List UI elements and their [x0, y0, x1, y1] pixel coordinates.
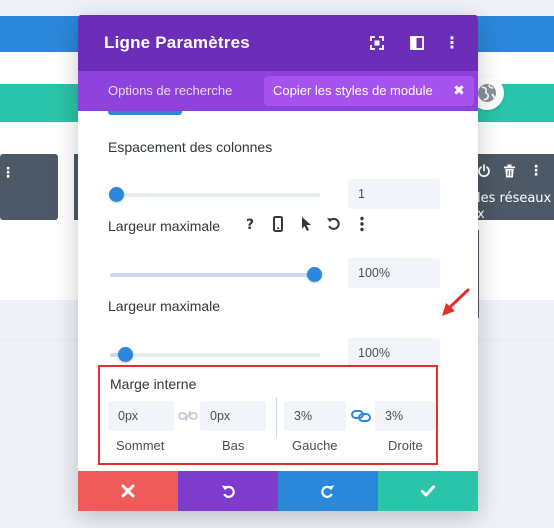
background-module-toolbar: ⋮	[477, 164, 554, 184]
max-width-label: Largeur maximale	[108, 298, 221, 314]
column-spacing-slider[interactable]	[109, 187, 320, 202]
modal-tabs: Options de recherche Copier les styles d…	[78, 71, 478, 111]
sidebar-toggle-icon[interactable]	[409, 35, 425, 51]
globe-icon	[478, 84, 496, 102]
undo-button[interactable]	[178, 471, 278, 511]
padding-top-caption: Sommet	[116, 438, 165, 453]
padding-right-caption: Droite	[388, 438, 423, 453]
slider-handle[interactable]	[117, 347, 133, 362]
max-width-input[interactable]: 100%	[348, 258, 440, 288]
mobile-icon[interactable]	[268, 214, 288, 234]
power-icon[interactable]	[477, 164, 491, 182]
cursor-icon[interactable]	[296, 214, 316, 234]
background-module-left[interactable]	[0, 154, 58, 220]
background-module-title-line: les réseaux	[477, 191, 552, 206]
slider-fill	[110, 273, 314, 277]
slider-handle[interactable]	[306, 267, 322, 282]
undo-icon	[221, 485, 235, 498]
padding-left-caption: Gauche	[292, 438, 338, 453]
previous-field-edge	[108, 111, 182, 115]
padding-divider	[276, 397, 277, 437]
modal-header: Ligne Paramètres ⋮	[78, 15, 478, 71]
padding-bottom-input[interactable]: 0px	[200, 401, 266, 431]
padding-bottom-caption: Bas	[222, 438, 245, 453]
padding-title: Marge interne	[110, 376, 197, 392]
cancel-button[interactable]	[78, 471, 178, 511]
modal-title: Ligne Paramètres	[104, 33, 250, 52]
trash-icon[interactable]	[503, 164, 516, 182]
max-width-input[interactable]: 100%	[348, 338, 440, 368]
reset-icon[interactable]	[324, 214, 344, 234]
close-icon[interactable]: ✖	[452, 81, 466, 101]
fullscreen-icon[interactable]	[369, 35, 385, 51]
more-vertical-icon[interactable]: ⋮	[1, 166, 15, 180]
padding-left-input[interactable]: 3%	[284, 401, 346, 431]
modal-body: Espacement des colonnes 1 Largeur maxima…	[78, 111, 478, 471]
check-icon	[421, 485, 435, 497]
copy-module-styles-label: Copier les styles de module	[273, 83, 433, 98]
search-options-tab[interactable]: Options de recherche	[108, 83, 234, 98]
redo-button[interactable]	[278, 471, 378, 511]
padding-right-input[interactable]: 3%	[375, 401, 435, 431]
copy-module-styles-button[interactable]: Copier les styles de module ✖	[264, 76, 474, 106]
modal-footer	[78, 471, 478, 511]
save-button[interactable]	[378, 471, 478, 511]
slider-handle[interactable]	[109, 187, 125, 202]
max-width-label: Largeur maximale	[108, 218, 221, 234]
more-vertical-icon[interactable]: ⋮	[529, 164, 543, 178]
close-icon	[121, 484, 135, 498]
link-icon[interactable]	[351, 408, 371, 424]
more-vertical-icon[interactable]: ⋮	[444, 35, 460, 51]
unlink-icon[interactable]	[178, 408, 198, 424]
column-spacing-label: Espacement des colonnes	[108, 139, 273, 155]
more-vertical-icon[interactable]	[352, 214, 372, 234]
redo-icon	[321, 485, 335, 498]
help-icon[interactable]: ?	[240, 214, 260, 234]
padding-top-input[interactable]: 0px	[108, 401, 174, 431]
max-width-slider[interactable]	[110, 267, 322, 282]
background-module-title: les réseaux x	[477, 191, 554, 223]
column-spacing-input[interactable]: 1	[348, 179, 440, 209]
field-tools: ?	[240, 214, 380, 234]
settings-modal: Ligne Paramètres ⋮ Options de recherche …	[78, 15, 478, 511]
svg-text:?: ?	[246, 217, 254, 233]
background-module-title-line: x	[477, 207, 485, 222]
max-width-slider[interactable]	[110, 347, 320, 362]
padding-group: Marge interne 0px 0px 3% 3% Sommet Bas G…	[98, 365, 438, 465]
annotation-arrow-icon	[442, 288, 470, 316]
